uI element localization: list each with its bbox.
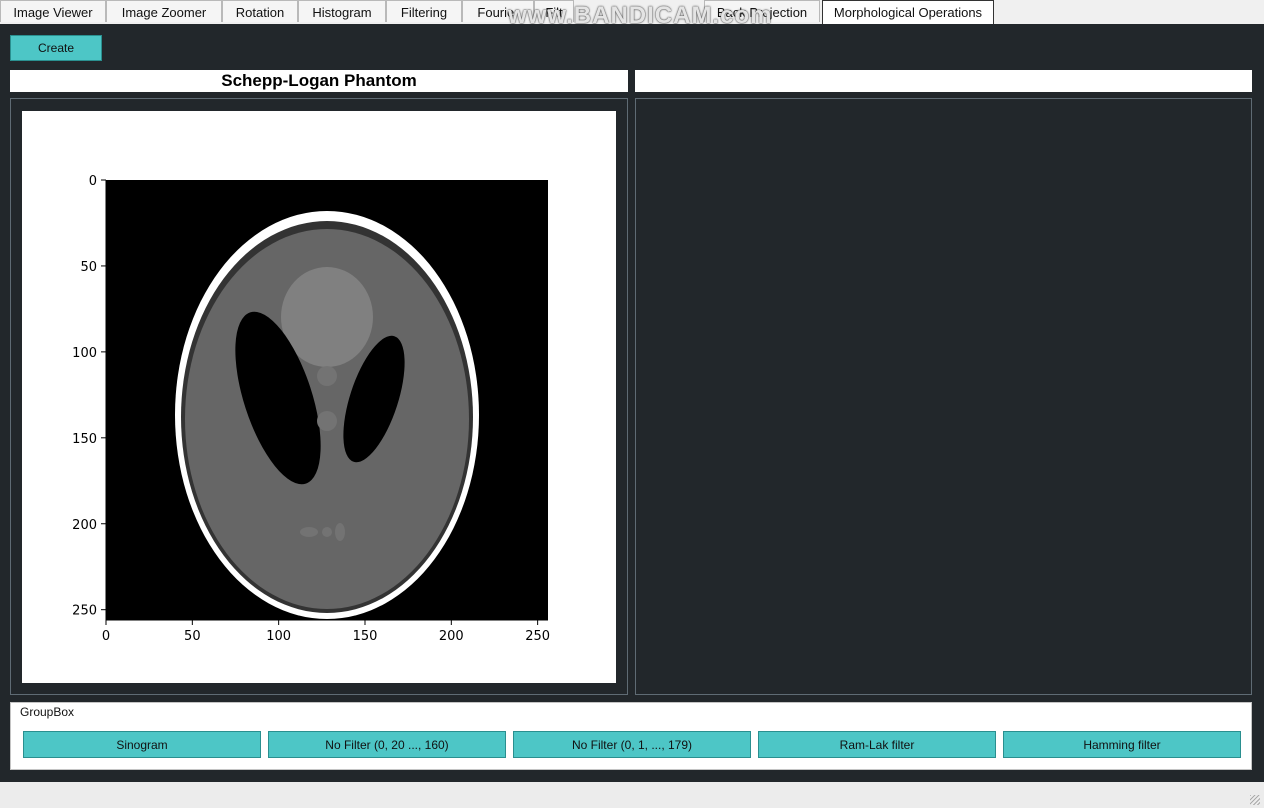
tab-bar: Image Viewer Image Zoomer Rotation Histo… [0,0,1264,29]
y-tick-label: 50 [80,260,97,275]
phantom-image [175,211,479,619]
tab-image-zoomer[interactable]: Image Zoomer [106,0,222,22]
small-circle-upper [317,366,337,386]
no-filter-20-step-button[interactable]: No Filter (0, 20 ..., 160) [268,731,506,758]
x-tick-label: 200 [439,629,464,644]
ram-lak-filter-button[interactable]: Ram-Lak filter [758,731,996,758]
phantom-plot-canvas: 0 50 100 150 200 250 0 50 100 150 200 250 [22,111,616,683]
right-panel-title [635,70,1252,92]
tab-filt[interactable]: Filt [534,0,574,22]
tab-fourier[interactable]: Fourier [462,0,534,22]
x-tick-label: 50 [184,629,201,644]
x-tick-label: 250 [525,629,550,644]
tab-filtering[interactable]: Filtering [386,0,462,22]
y-tick-label: 250 [72,604,97,619]
tab-image-viewer[interactable]: Image Viewer [0,0,106,22]
main-pane: Create Schepp-Logan Phantom 0 50 100 150 2 [0,24,1264,782]
phantom-plot-svg: 0 50 100 150 200 250 0 50 100 150 200 250 [72,174,550,644]
hamming-filter-button[interactable]: Hamming filter [1003,731,1241,758]
x-tick-label: 100 [266,629,291,644]
x-tick-label: 150 [353,629,378,644]
sinogram-button[interactable]: Sinogram [23,731,261,758]
no-filter-1-step-button[interactable]: No Filter (0, 1, ..., 179) [513,731,751,758]
small-ellipse-left [300,527,318,537]
x-tick-label: 0 [102,629,110,644]
groupbox: GroupBox Sinogram No Filter (0, 20 ..., … [10,702,1252,770]
small-circle-middle [317,411,337,431]
tab-histogram[interactable]: Histogram [298,0,386,22]
create-button[interactable]: Create [10,35,102,61]
right-plot-frame [635,98,1252,695]
small-circle-center [322,527,332,537]
groupbox-label: GroupBox [20,705,75,719]
status-bar [0,782,1264,808]
y-tick-label: 200 [72,518,97,533]
y-tick-label: 0 [89,174,97,189]
y-tick-label: 100 [72,346,97,361]
small-ellipse-right [335,523,345,541]
tab-rotation[interactable]: Rotation [222,0,298,22]
size-grip-icon[interactable] [1250,795,1260,805]
left-panel-title: Schepp-Logan Phantom [10,70,628,92]
tab-back-projection[interactable]: Back Projection [704,0,820,22]
y-tick-label: 150 [72,432,97,447]
tab-morphological-operations[interactable]: Morphological Operations [822,0,994,24]
